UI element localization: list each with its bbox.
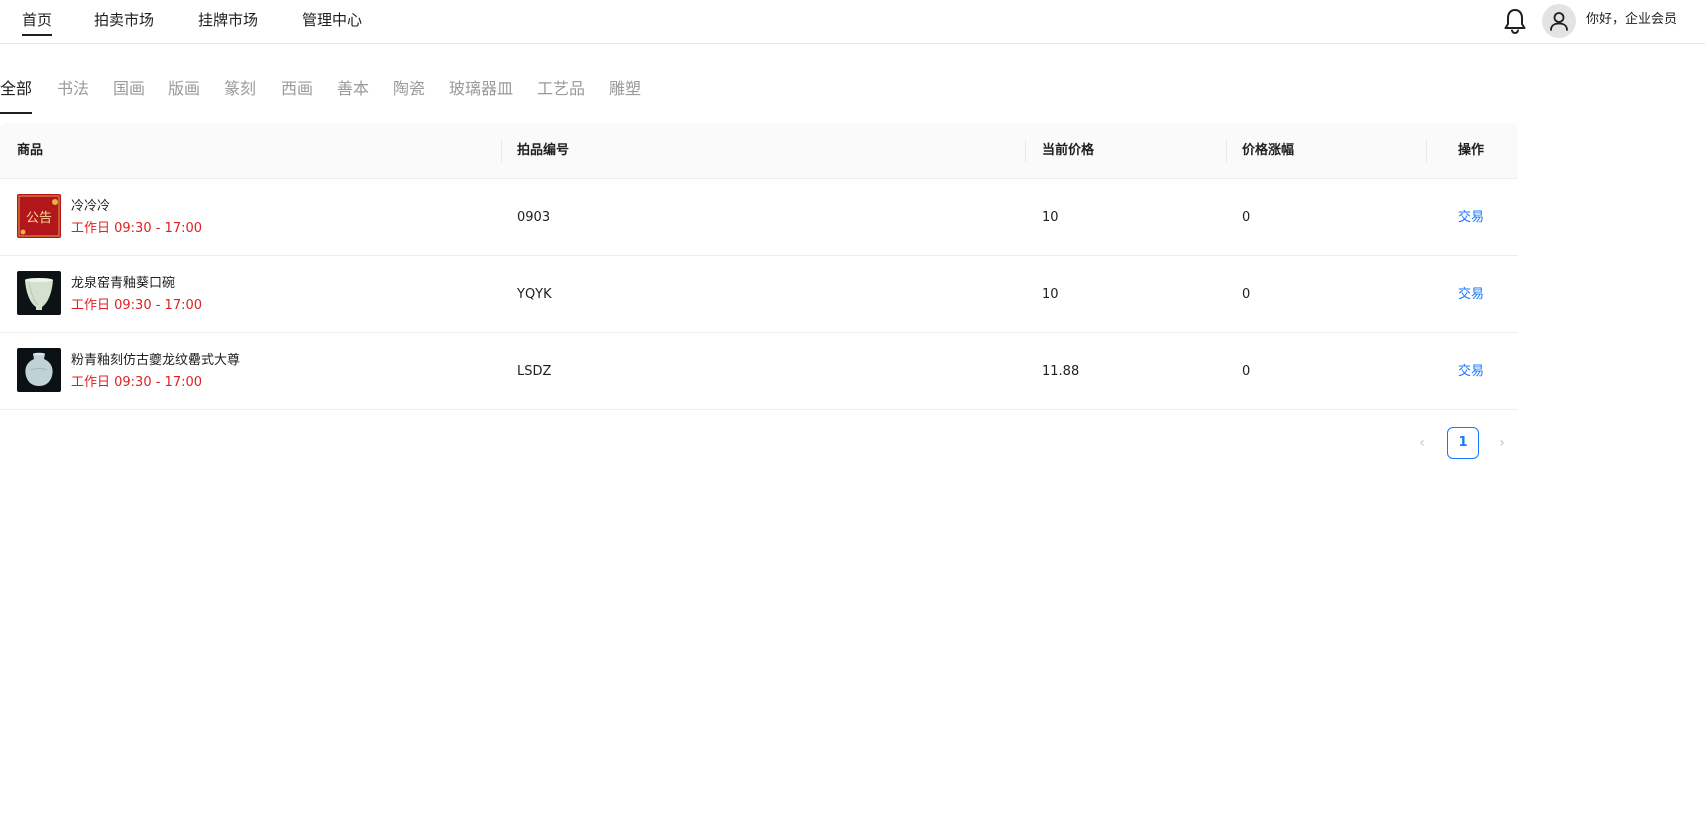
column-divider: [1426, 140, 1427, 162]
header-action: 操作: [1458, 143, 1485, 158]
tab-prints[interactable]: 版画: [168, 72, 200, 114]
nav-item-management-center[interactable]: 管理中心: [302, 0, 362, 44]
product-thumbnail: [17, 271, 61, 315]
top-navigation: 首页 拍卖市场 挂牌市场 管理中心 你好，企业会员: [0, 0, 1705, 44]
lot-number: YQYK: [517, 287, 552, 302]
lot-number: 0903: [517, 210, 551, 225]
bell-icon[interactable]: [1502, 7, 1528, 35]
lot-number: LSDZ: [517, 364, 552, 379]
pagination-next-button[interactable]: ›: [1488, 428, 1516, 458]
nav-item-auction-market[interactable]: 拍卖市场: [94, 0, 154, 44]
trading-hours: 工作日 09:30 - 17:00: [71, 221, 203, 236]
price-change: 0: [1242, 287, 1251, 302]
trading-hours: 工作日 09:30 - 17:00: [71, 298, 203, 313]
product-thumbnail: [17, 348, 61, 392]
tab-sculpture[interactable]: 雕塑: [609, 72, 641, 114]
tab-ceramics[interactable]: 陶瓷: [393, 72, 425, 114]
price-change: 0: [1242, 210, 1251, 225]
table-row: 龙泉窑青釉葵口碗 工作日 09:30 - 17:00 YQYK 10 0 交易: [0, 256, 1518, 333]
tab-glassware[interactable]: 玻璃器皿: [449, 72, 513, 114]
tab-rare-books[interactable]: 善本: [337, 72, 369, 114]
product-table: 商品 拍品编号 当前价格 价格涨幅 操作 公告 冷冷冷 工作日 09:30 - …: [0, 123, 1518, 410]
header-current-price: 当前价格: [1042, 143, 1095, 158]
column-divider: [1226, 140, 1227, 162]
product-name: 龙泉窑青釉葵口碗: [71, 276, 176, 291]
trading-hours: 工作日 09:30 - 17:00: [71, 375, 203, 390]
tab-all[interactable]: 全部: [0, 72, 33, 114]
trade-link[interactable]: 交易: [1458, 179, 1484, 256]
current-price: 10: [1042, 287, 1059, 302]
column-divider: [1025, 140, 1026, 162]
table-row: 公告 冷冷冷 工作日 09:30 - 17:00 0903 10 0 交易: [0, 179, 1518, 256]
header-price-change: 价格涨幅: [1242, 143, 1295, 158]
tab-calligraphy[interactable]: 书法: [57, 72, 89, 114]
nav-item-home[interactable]: 首页: [22, 0, 53, 44]
tab-crafts[interactable]: 工艺品: [537, 72, 585, 114]
tab-chinese-painting[interactable]: 国画: [113, 72, 145, 114]
pagination-prev-button[interactable]: ‹: [1408, 428, 1436, 458]
svg-text:公告: 公告: [26, 211, 52, 226]
header-product: 商品: [17, 143, 44, 158]
trade-link[interactable]: 交易: [1458, 333, 1484, 410]
table-header: 商品 拍品编号 当前价格 价格涨幅 操作: [0, 123, 1518, 179]
current-price: 10: [1042, 210, 1059, 225]
pagination-page-current[interactable]: 1: [1447, 427, 1479, 459]
product-name: 冷冷冷: [71, 199, 111, 214]
price-change: 0: [1242, 364, 1251, 379]
user-avatar[interactable]: [1542, 4, 1576, 38]
nav-item-listing-market[interactable]: 挂牌市场: [198, 0, 258, 44]
column-divider: [501, 140, 502, 162]
tab-seal-carving[interactable]: 篆刻: [224, 72, 256, 114]
product-thumbnail: 公告: [17, 194, 61, 238]
header-lot-number: 拍品编号: [517, 143, 570, 158]
tab-western-painting[interactable]: 西画: [281, 72, 313, 114]
current-price: 11.88: [1042, 364, 1080, 379]
trade-link[interactable]: 交易: [1458, 256, 1484, 333]
user-icon: [1550, 12, 1568, 31]
table-row: 粉青釉刻仿古夔龙纹罍式大尊 工作日 09:30 - 17:00 LSDZ 11.…: [0, 333, 1518, 410]
user-greeting[interactable]: 你好，企业会员: [1586, 0, 1677, 40]
product-name: 粉青釉刻仿古夔龙纹罍式大尊: [71, 353, 241, 368]
